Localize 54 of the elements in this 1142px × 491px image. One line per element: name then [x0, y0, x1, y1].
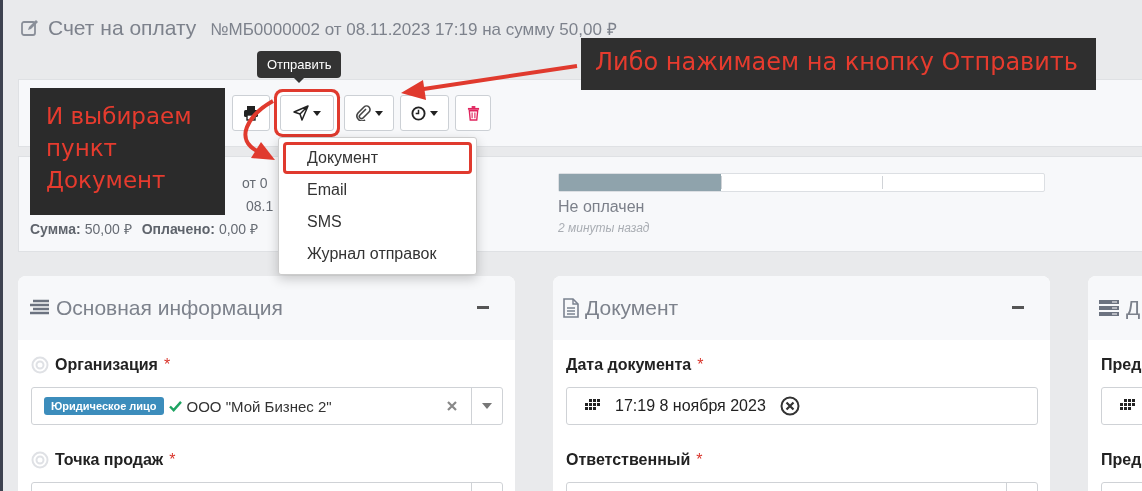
field-value: 0,00 ₽ — [218, 220, 259, 238]
select-field[interactable]: Юридическое лицо ООО "Мой Бизнес 2" — [31, 387, 503, 425]
field-label: Дата документа — [566, 356, 692, 374]
date-field[interactable]: 17:19 8 ноября 2023 — [566, 387, 1038, 425]
field-value: 08.1 — [246, 197, 274, 214]
select-value: ООО "Мой Бизнес 2" — [186, 397, 332, 415]
dropdown-caret-icon — [482, 403, 492, 409]
document-icon — [563, 298, 579, 318]
card-title: Основная информация — [56, 296, 283, 320]
tooltip: Отправить — [257, 51, 342, 83]
menu-item[interactable]: Email — [283, 174, 472, 206]
field-label: Точка продаж — [55, 451, 164, 469]
stack-icon — [1098, 299, 1120, 317]
page-title: Счет на оплату — [48, 16, 197, 40]
field-label: Пред — [1101, 451, 1142, 469]
timestamp: 2 минуты назад — [558, 221, 651, 235]
printer-icon — [243, 105, 259, 121]
field-label: Пред — [1101, 356, 1142, 374]
field-label: Оплачено: — [141, 220, 215, 237]
arrow — [243, 99, 275, 160]
calendar-icon — [583, 399, 601, 413]
paper-plane-icon — [293, 105, 309, 121]
required-mark: * — [696, 451, 703, 469]
required-mark: * — [169, 451, 176, 469]
type-badge: Юридическое лицо — [44, 397, 164, 415]
clock-icon — [411, 105, 426, 121]
paperclip-icon — [355, 105, 371, 121]
field-label: Организация — [55, 356, 158, 374]
collapse-button[interactable] — [475, 304, 491, 312]
history-button[interactable] — [400, 95, 449, 131]
required-mark: * — [163, 356, 171, 374]
page-subtitle: №МБ0000002 от 08.11.2023 17:19 на сумму 50,00 ₽ — [210, 18, 617, 40]
payment-status: Не оплачен — [558, 198, 646, 216]
collapse-button[interactable] — [1010, 304, 1026, 312]
attach-button[interactable] — [344, 95, 394, 131]
card-title: Д — [1126, 296, 1141, 320]
callout: И выбираем пункт Документ — [30, 88, 225, 215]
delete-button[interactable] — [455, 95, 491, 131]
menu-item[interactable]: Документ — [283, 142, 472, 174]
field-value: 50,00 ₽ — [84, 220, 132, 238]
edit-icon — [20, 18, 40, 38]
field-value: от 0 — [242, 174, 268, 191]
field-label: Ответственный — [566, 451, 691, 469]
callout: Либо нажимаем на кнопку Отправить — [581, 38, 1096, 90]
trash-icon — [466, 105, 480, 121]
required-mark: * — [697, 356, 704, 374]
card-title: Документ — [585, 296, 679, 320]
field-label: Сумма: — [30, 220, 81, 237]
date-value: 17:19 8 ноября 2023 — [615, 397, 766, 415]
calendar-icon — [1118, 399, 1136, 413]
clear-icon[interactable] — [779, 396, 800, 416]
list-icon — [28, 299, 50, 317]
menu-item[interactable]: Журнал отправок — [283, 238, 472, 270]
menu-item[interactable]: SMS — [283, 206, 472, 238]
